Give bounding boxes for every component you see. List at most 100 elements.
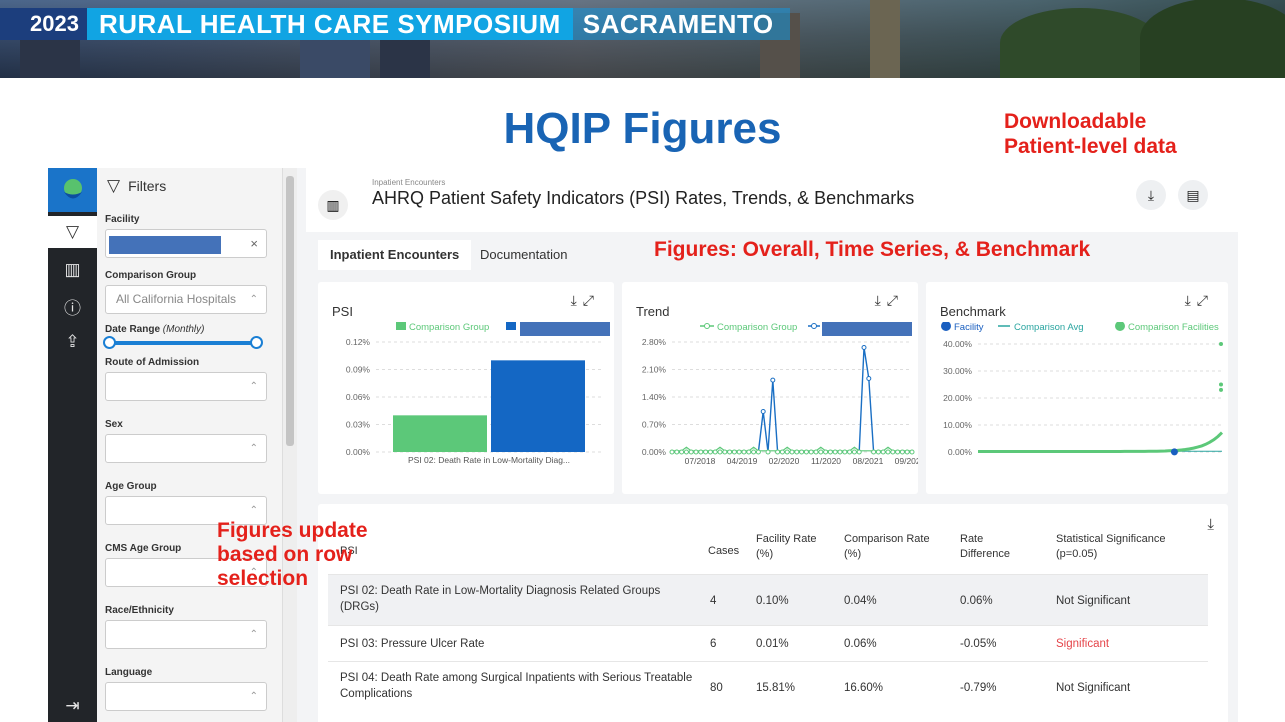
banner-title: RURAL HEALTH CARE SYMPOSIUM bbox=[86, 8, 573, 40]
x-tick-label: 04/2019 bbox=[727, 456, 758, 466]
y-tick-label: 0.09% bbox=[346, 365, 371, 375]
facility-select[interactable]: × bbox=[105, 229, 267, 258]
table-row[interactable]: PSI 03: Pressure Ulcer Rate 6 0.01% 0.06… bbox=[328, 625, 1208, 661]
col-header-significance[interactable]: Statistical Significance (p=0.05) bbox=[1056, 532, 1196, 562]
data-point bbox=[827, 449, 833, 455]
route-select[interactable]: ⌃ bbox=[105, 372, 267, 401]
scrollbar-thumb[interactable] bbox=[286, 176, 294, 446]
page-header: ▥ Inpatient Encounters AHRQ Patient Safe… bbox=[306, 168, 1238, 232]
banner-year: 2023 bbox=[0, 8, 87, 40]
date-range-label: Date Range (Monthly) bbox=[105, 324, 282, 335]
data-point bbox=[813, 449, 819, 455]
col-header-facility-rate[interactable]: Facility Rate (%) bbox=[756, 532, 826, 562]
legend-redacted-facility bbox=[822, 322, 912, 336]
data-point bbox=[755, 449, 761, 455]
expand-icon[interactable]: ⤢ bbox=[887, 292, 904, 308]
table-row[interactable]: PSI 04: Death Rate among Surgical Inpati… bbox=[328, 661, 1208, 713]
funnel-icon: ▽ bbox=[107, 176, 121, 195]
clear-icon[interactable]: × bbox=[250, 230, 258, 257]
banner-building bbox=[20, 38, 80, 78]
comparison-group-label: Comparison Group bbox=[105, 270, 197, 281]
data-point bbox=[842, 449, 848, 455]
table-view-button[interactable]: ▤ bbox=[1178, 180, 1208, 210]
y-tick-label: 2.80% bbox=[642, 337, 667, 347]
date-range-slider[interactable] bbox=[103, 336, 263, 349]
filter-rail-button[interactable]: ▽ bbox=[48, 216, 97, 248]
chevron-updown-icon: ⌃ bbox=[249, 691, 258, 702]
note-download-line: Downloadable bbox=[1004, 110, 1147, 133]
data-point bbox=[722, 449, 728, 455]
sex-select[interactable]: ⌃ bbox=[105, 434, 267, 463]
download-data-button[interactable]: ⤓ bbox=[1136, 180, 1166, 210]
data-point bbox=[770, 377, 776, 383]
chevron-updown-icon: ⌃ bbox=[249, 443, 258, 454]
sidebar-scrollbar[interactable] bbox=[283, 168, 297, 722]
psi-bar-chart: Comparison Group 0.12% 0.09% 0.06% 0.03% 0.00… bbox=[346, 322, 610, 465]
chart-tools: ⤓⤢ bbox=[571, 292, 600, 309]
download-icon[interactable]: ⤓ bbox=[571, 292, 583, 308]
y-tick-label: 2.10% bbox=[642, 365, 667, 375]
cell-significance: Not Significant bbox=[1056, 682, 1131, 694]
data-point bbox=[875, 449, 881, 455]
y-tick-label: 1.40% bbox=[642, 392, 667, 402]
tab-inpatient-encounters[interactable]: Inpatient Encounters bbox=[318, 240, 472, 270]
race-label: Race/Ethnicity bbox=[105, 605, 174, 616]
legend-label-comparison: Comparison Group bbox=[409, 322, 489, 333]
page-subtitle: Inpatient Encounters bbox=[372, 178, 446, 187]
upload-icon: ⇪ bbox=[65, 332, 80, 351]
reports-rail-button[interactable]: ▥ bbox=[48, 254, 97, 286]
note-update: Figures update based on row selection bbox=[217, 519, 368, 591]
data-point bbox=[847, 449, 853, 455]
col-header-comparison-rate[interactable]: Comparison Rate (%) bbox=[844, 532, 944, 562]
data-point bbox=[880, 449, 886, 455]
upload-rail-button[interactable]: ⇪ bbox=[48, 326, 97, 358]
cell-comparison-rate: 16.60% bbox=[844, 682, 884, 694]
symposium-banner: 2023 RURAL HEALTH CARE SYMPOSIUM SACRAME… bbox=[0, 0, 1285, 78]
date-range-note: (Monthly) bbox=[162, 324, 205, 335]
x-tick-label: 09/2022 bbox=[895, 456, 918, 466]
data-point bbox=[856, 449, 862, 455]
cell-significance: Significant bbox=[1056, 638, 1110, 650]
info-rail-button[interactable]: ⓘ bbox=[48, 290, 97, 322]
cell-psi: PSI 02: Death Rate in Low-Mortality Diag… bbox=[340, 585, 661, 613]
tab-documentation[interactable]: Documentation bbox=[468, 240, 579, 270]
y-tick-label: 0.06% bbox=[346, 392, 371, 402]
benchmark-chart-card: Benchmark ⤓⤢ Facility Comparison Avg Compa… bbox=[926, 282, 1228, 494]
psi-chart-card: PSI ⤓⤢ Comparison Group 0.12% 0.09% 0.06% 0.… bbox=[318, 282, 614, 494]
data-point bbox=[669, 449, 675, 455]
table-download-icon[interactable]: ⤓ bbox=[1207, 516, 1214, 533]
app-logo[interactable] bbox=[48, 168, 97, 212]
download-icon[interactable]: ⤓ bbox=[1185, 292, 1197, 308]
bar-comparison bbox=[393, 415, 487, 452]
slider-start-handle[interactable] bbox=[103, 336, 116, 349]
comparison-group-select[interactable]: All California Hospitals ⌃ bbox=[105, 285, 267, 314]
col-header-cases[interactable]: Cases bbox=[708, 544, 739, 559]
data-point bbox=[736, 449, 742, 455]
filter-sidebar: ▽ Filters Facility × Comparison Group Al… bbox=[97, 168, 283, 722]
comparison-facility-outlier bbox=[1219, 382, 1223, 387]
data-point bbox=[693, 449, 699, 455]
language-select[interactable]: ⌃ bbox=[105, 682, 267, 711]
legend-swatch-comparison bbox=[396, 322, 406, 330]
col-header-rate-difference[interactable]: Rate Difference bbox=[960, 532, 1030, 562]
table-row[interactable]: PSI 02: Death Rate in Low-Mortality Diag… bbox=[328, 574, 1208, 625]
trend-chart-card: Trend ⤓⤢ Comparison Group 2.80% 2.10% 1.40%… bbox=[622, 282, 918, 494]
slider-end-handle[interactable] bbox=[250, 336, 263, 349]
banner-city: SACRAMENTO bbox=[572, 8, 790, 40]
x-tick-label: PSI 02: Death Rate in Low-Mortality Diag… bbox=[408, 455, 570, 465]
logout-rail-button[interactable]: ⇥ bbox=[48, 690, 97, 722]
legend-marker-facility bbox=[941, 322, 951, 331]
legend-marker-comparison bbox=[704, 323, 710, 329]
data-point bbox=[818, 449, 824, 455]
cell-rate-difference: -0.05% bbox=[960, 638, 997, 650]
download-icon[interactable]: ⤓ bbox=[875, 292, 887, 308]
legend-label-comparison: Comparison Group bbox=[717, 322, 797, 333]
race-select[interactable]: ⌃ bbox=[105, 620, 267, 649]
expand-icon[interactable]: ⤢ bbox=[583, 292, 600, 308]
data-point bbox=[808, 449, 814, 455]
data-point bbox=[746, 449, 752, 455]
date-range-text: Date Range bbox=[105, 324, 161, 335]
expand-icon[interactable]: ⤢ bbox=[1197, 292, 1214, 308]
psi-chart-title: PSI bbox=[332, 304, 353, 319]
data-point bbox=[775, 449, 781, 455]
